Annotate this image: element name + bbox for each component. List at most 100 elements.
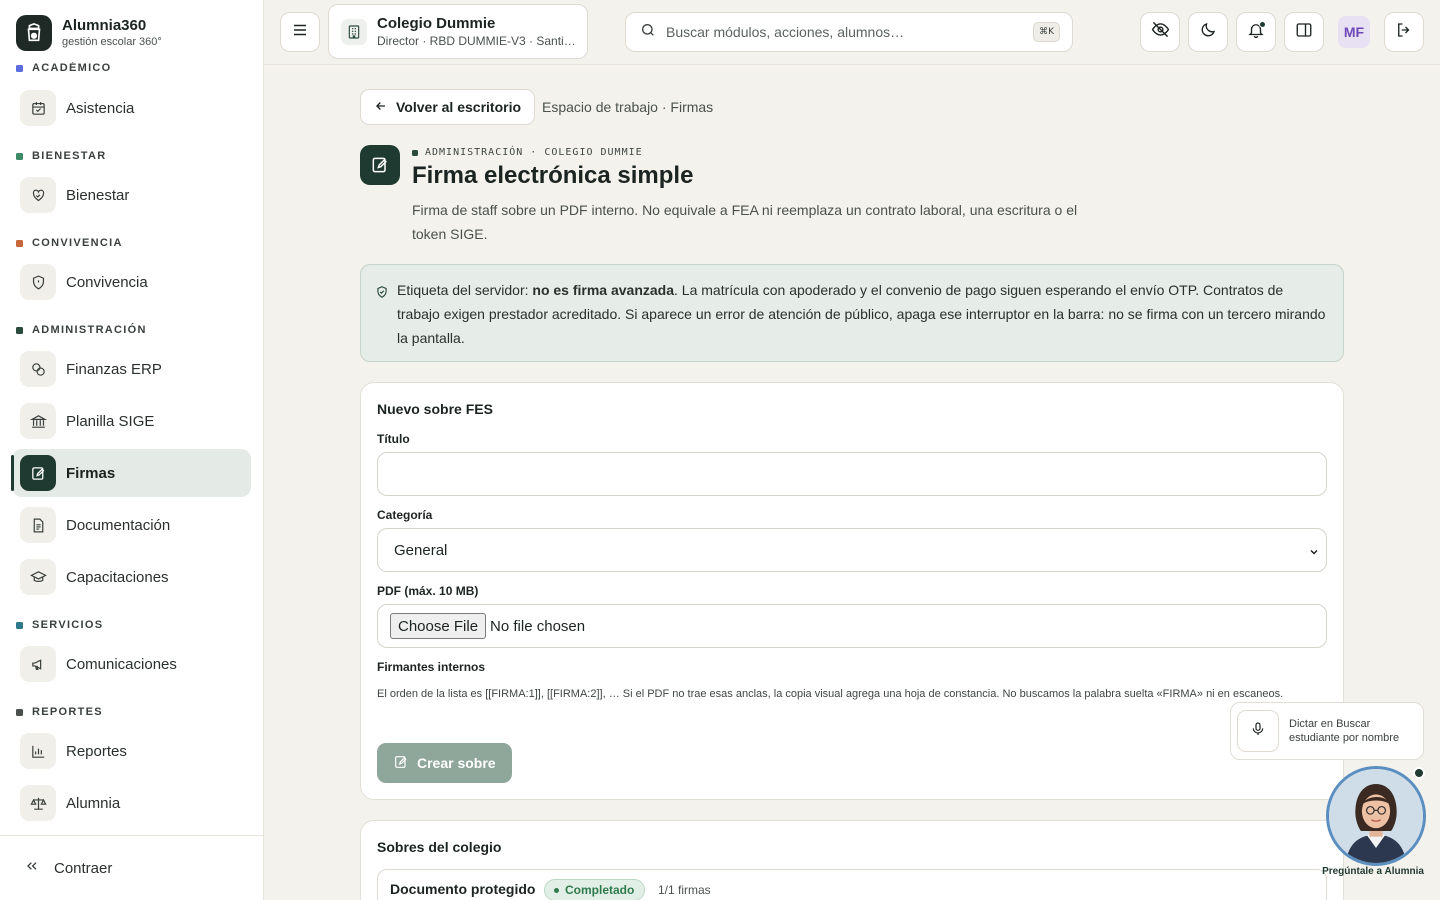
privacy-toggle-button[interactable] — [1140, 12, 1180, 52]
menu-icon — [291, 21, 309, 44]
brand-logo-icon — [16, 15, 52, 51]
shortcut-badge: ⌘K — [1033, 22, 1060, 42]
school-switcher[interactable]: Colegio Dummie Director · RBD DUMMIE-V3 … — [328, 4, 588, 59]
sidebar-item-convivencia[interactable]: Convivencia — [12, 258, 251, 306]
user-avatar[interactable]: MF — [1338, 16, 1370, 48]
page-eyebrow: ADMINISTRACIÓN · COLEGIO DUMMIE — [412, 147, 643, 158]
global-search[interactable]: ⌘K — [625, 12, 1073, 52]
megaphone-icon — [20, 646, 56, 682]
voice-tip-text: Dictar en Buscar estudiante por nombre — [1289, 718, 1400, 744]
signature-icon — [360, 145, 400, 185]
sidebar-item-alumnia[interactable]: Alumnia — [12, 779, 251, 827]
envelope-row[interactable]: Documento protegido Completado 1/1 firma… — [377, 869, 1327, 900]
section-reportes: REPORTES — [16, 706, 103, 718]
section-marker — [16, 708, 23, 716]
brand-name: Alumnia360 — [62, 17, 147, 34]
section-administracion: ADMINISTRACIÓN — [16, 324, 147, 336]
shield-icon — [20, 264, 56, 300]
section-marker — [16, 326, 23, 334]
collapse-button[interactable]: Contraer — [0, 835, 263, 900]
sidebar-item-capacitaciones[interactable]: Capacitaciones — [12, 553, 251, 601]
scales-icon — [20, 785, 56, 821]
moon-icon — [1199, 21, 1217, 44]
section-marker — [16, 64, 23, 72]
signers-label: Firmantes internos — [377, 660, 486, 674]
theme-toggle-button[interactable] — [1188, 12, 1228, 52]
form-title: Nuevo sobre FES — [377, 401, 493, 417]
notifications-button[interactable] — [1236, 12, 1276, 52]
file-status: No file chosen — [490, 617, 586, 635]
logout-button[interactable] — [1384, 12, 1424, 52]
notification-dot — [1259, 21, 1266, 28]
choose-file-button[interactable]: Choose File — [390, 613, 487, 639]
page-title: Firma electrónica simple — [412, 162, 694, 189]
school-sub: Director · RBD DUMMIE-V3 · Santiago — [377, 33, 577, 48]
section-marker — [16, 621, 23, 629]
coins-icon — [20, 351, 56, 387]
category-select[interactable]: General — [377, 528, 1327, 572]
arrow-left-icon — [374, 99, 388, 116]
voice-dictation-tip[interactable]: Dictar en Buscar estudiante por nombre — [1230, 702, 1424, 760]
new-envelope-form: Nuevo sobre FES Título Categoría General… — [360, 382, 1344, 800]
document-icon — [20, 507, 56, 543]
signature-icon — [393, 754, 409, 773]
section-marker — [16, 152, 23, 160]
sidebar-item-asistencia[interactable]: Asistencia — [12, 84, 251, 132]
signature-icon — [20, 455, 56, 491]
server-notice: Etiqueta del servidor: no es firma avanz… — [360, 264, 1344, 362]
envelope-name: Documento protegido — [390, 881, 536, 897]
section-marker — [16, 239, 23, 247]
pdf-file-input[interactable]: Choose File No file chosen — [377, 604, 1327, 648]
microphone-button[interactable] — [1237, 710, 1279, 752]
microphone-icon — [1250, 721, 1266, 742]
eye-off-icon — [1151, 20, 1170, 44]
shield-check-icon — [375, 282, 389, 306]
sidebar-nav[interactable]: ACADÉMICO Asistencia BIENESTAR Bienestar… — [0, 62, 263, 834]
panel-toggle-button[interactable] — [1284, 12, 1324, 52]
title-input[interactable] — [377, 452, 1327, 496]
section-academico: ACADÉMICO — [16, 62, 112, 74]
title-label: Título — [377, 432, 410, 446]
envelopes-list: Sobres del colegio Documento protegido C… — [360, 820, 1344, 900]
assistant-avatar[interactable] — [1326, 766, 1426, 866]
category-label: Categoría — [377, 508, 433, 522]
create-envelope-button[interactable]: Crear sobre — [377, 743, 512, 783]
breadcrumb: Espacio de trabajo · Firmas — [542, 99, 714, 115]
sidebar-item-finanzas[interactable]: Finanzas ERP — [12, 345, 251, 393]
sidebar-item-firmas[interactable]: Firmas — [11, 449, 251, 497]
eyebrow-marker — [412, 149, 418, 156]
chevron-down-icon — [1308, 545, 1320, 562]
assistant-portrait-icon — [1329, 769, 1423, 863]
bar-chart-icon — [20, 733, 56, 769]
topbar: Colegio Dummie Director · RBD DUMMIE-V3 … — [264, 0, 1440, 65]
section-convivencia: CONVIVENCIA — [16, 237, 123, 249]
back-to-desk-button[interactable]: Volver al escritorio — [360, 89, 536, 125]
brand-tagline: gestión escolar 360° — [62, 36, 162, 48]
sidebar-item-reportes[interactable]: Reportes — [12, 727, 251, 775]
search-input[interactable] — [666, 24, 1026, 40]
sidebar-panel-icon — [1295, 21, 1313, 44]
signers-hint: El orden de la lista es [[FIRMA:1]], [[F… — [377, 688, 1284, 700]
envelopes-title: Sobres del colegio — [377, 839, 502, 855]
school-name: Colegio Dummie — [377, 14, 496, 32]
heart-hand-icon — [20, 177, 56, 213]
status-badge: Completado — [544, 879, 646, 900]
menu-button[interactable] — [280, 12, 320, 52]
bank-icon — [20, 403, 56, 439]
assistant-label[interactable]: Pregúntale a Alumnia — [1316, 866, 1430, 877]
logout-icon — [1395, 21, 1413, 44]
pdf-label: PDF (máx. 10 MB) — [377, 584, 479, 598]
sidebar-item-bienestar[interactable]: Bienestar — [12, 171, 251, 219]
online-status-dot — [1413, 767, 1425, 779]
graduation-cap-icon — [20, 559, 56, 595]
sidebar-item-documentacion[interactable]: Documentación — [12, 501, 251, 549]
sidebar-item-comunicaciones[interactable]: Comunicaciones — [12, 640, 251, 688]
search-icon — [640, 22, 656, 43]
section-servicios: SERVICIOS — [16, 619, 103, 631]
collapse-label: Contraer — [54, 859, 113, 877]
building-icon — [341, 18, 367, 45]
page-description: Firma de staff sobre un PDF interno. No … — [412, 202, 1078, 242]
sidebar-item-planilla-sige[interactable]: Planilla SIGE — [12, 397, 251, 445]
sidebar: Alumnia360 gestión escolar 360° ACADÉMIC… — [0, 0, 264, 900]
brand[interactable]: Alumnia360 gestión escolar 360° — [16, 15, 162, 51]
